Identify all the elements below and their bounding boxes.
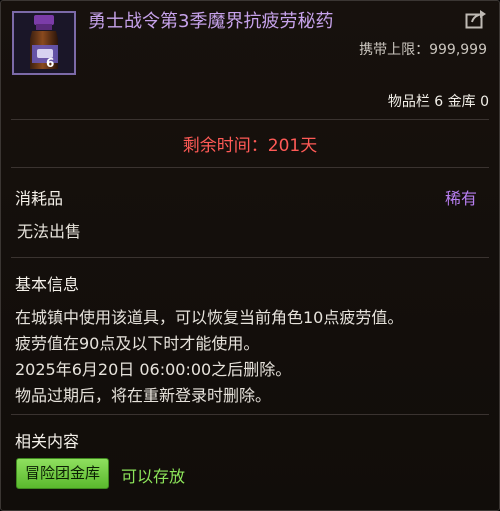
info-line: 2025年6月20日 06:00:00之后删除。	[15, 360, 292, 379]
remaining-time: 剩余时间：201天	[182, 136, 318, 156]
storable-label: 可以存放	[121, 467, 186, 486]
info-line: 物品过期后，将在重新登录时删除。	[15, 386, 272, 405]
item-rarity: 稀有	[444, 189, 477, 208]
potion-bottle-icon	[14, 13, 74, 73]
share-icon[interactable]	[465, 9, 487, 29]
adventure-vault-tag[interactable]: 冒险团金库	[16, 458, 109, 489]
divider	[11, 414, 489, 415]
item-icon: 6	[12, 11, 76, 75]
divider	[11, 119, 489, 120]
divider	[11, 167, 489, 168]
carry-limit: 携带上限：999,999	[359, 42, 487, 58]
item-type: 消耗品	[15, 189, 64, 208]
divider	[11, 257, 489, 258]
info-title: 基本信息	[15, 275, 80, 294]
storage-count: 物品栏 6 金库 0	[387, 94, 489, 110]
info-line: 在城镇中使用该道具，可以恢复当前角色10点疲劳值。	[15, 308, 404, 327]
item-tooltip: 6 勇士战令第3季魔界抗疲劳秘药 携带上限：999,999 物品栏 6 金库 0…	[0, 0, 500, 511]
item-name: 勇士战令第3季魔界抗疲劳秘药	[88, 11, 334, 32]
stack-count: 6	[46, 56, 55, 70]
related-title: 相关内容	[15, 432, 80, 451]
trade-status: 无法出售	[17, 222, 82, 241]
info-line: 疲劳值在90点及以下时才能使用。	[15, 334, 260, 353]
